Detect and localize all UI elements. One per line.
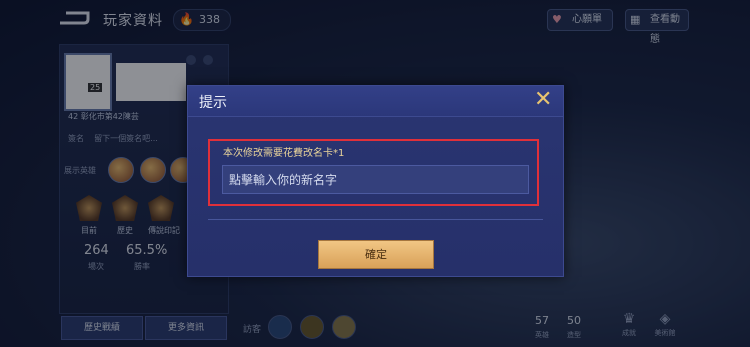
rename-cost-hint: 本次修改需要花費改名卡*1 xyxy=(223,148,345,159)
divider xyxy=(208,219,543,220)
rename-dialog: 提示 ✕ 本次修改需要花費改名卡*1 確定 xyxy=(187,85,564,277)
dialog-title: 提示 xyxy=(199,95,227,111)
new-name-field[interactable] xyxy=(222,165,529,194)
dialog-header: 提示 ✕ xyxy=(188,86,563,117)
new-name-input[interactable] xyxy=(223,166,526,193)
confirm-button[interactable]: 確定 xyxy=(318,240,434,269)
close-icon[interactable]: ✕ xyxy=(534,88,552,112)
